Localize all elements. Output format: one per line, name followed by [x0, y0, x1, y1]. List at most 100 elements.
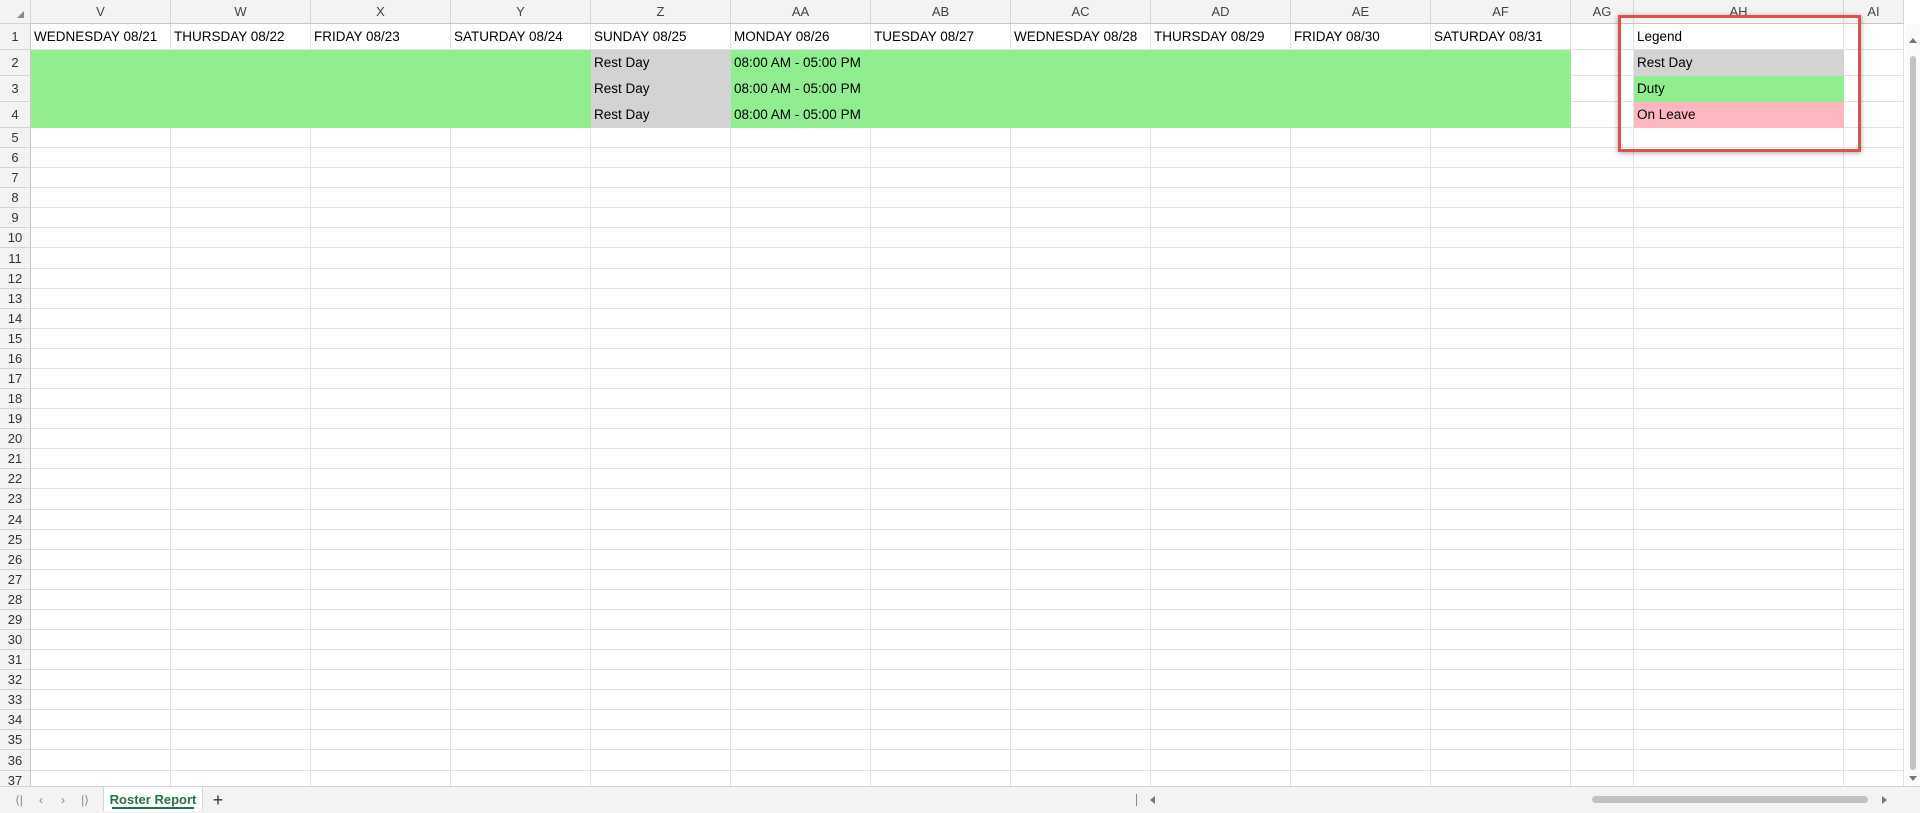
prev-sheet-icon[interactable]: ‹ — [32, 791, 50, 809]
sheet-cell[interactable] — [731, 228, 871, 249]
sheet-cell[interactable] — [1291, 208, 1431, 229]
sheet-cell[interactable] — [1291, 348, 1431, 369]
sheet-cell[interactable] — [171, 750, 311, 771]
sheet-cell[interactable] — [731, 449, 871, 470]
sheet-cell[interactable] — [171, 710, 311, 731]
horizontal-scrollbar[interactable] — [1136, 791, 1898, 809]
sheet-cell[interactable] — [171, 148, 311, 169]
sheet-cell[interactable] — [31, 589, 171, 610]
date-header-cell[interactable]: WEDNESDAY 08/28 — [1011, 24, 1151, 50]
row-header[interactable]: 26 — [0, 549, 31, 570]
sheet-cell[interactable] — [1571, 328, 1634, 349]
sheet-cell[interactable] — [31, 730, 171, 751]
sheet-cell[interactable] — [1151, 128, 1291, 149]
sheet-cell[interactable] — [171, 429, 311, 450]
sheet-cell[interactable] — [731, 549, 871, 570]
sheet-cell[interactable] — [311, 710, 451, 731]
sheet-cell[interactable] — [591, 609, 731, 630]
sheet-cell[interactable] — [31, 429, 171, 450]
sheet-cell[interactable] — [1634, 489, 1844, 510]
sheet-cell[interactable] — [1634, 288, 1844, 309]
sheet-cell[interactable] — [1844, 208, 1904, 229]
sheet-cell[interactable] — [171, 228, 311, 249]
row-header[interactable]: 32 — [0, 670, 31, 691]
sheet-cell[interactable] — [1634, 268, 1844, 289]
sheet-cell[interactable] — [591, 750, 731, 771]
sheet-cell[interactable] — [1431, 529, 1571, 550]
sheet-cell[interactable] — [1844, 348, 1904, 369]
sheet-cell[interactable] — [1291, 549, 1431, 570]
sheet-cell[interactable] — [731, 469, 871, 490]
row-header[interactable]: 19 — [0, 409, 31, 430]
sheet-cell[interactable] — [1291, 389, 1431, 410]
sheet-cell[interactable] — [731, 328, 871, 349]
row-header[interactable]: 14 — [0, 308, 31, 329]
sheet-cell[interactable] — [1571, 730, 1634, 751]
sheet-cell[interactable] — [591, 469, 731, 490]
sheet-cell[interactable] — [591, 449, 731, 470]
sheet-cell[interactable] — [451, 389, 591, 410]
sheet-cell[interactable] — [731, 268, 871, 289]
sheet-cell[interactable] — [1431, 489, 1571, 510]
sheet-cell[interactable] — [311, 328, 451, 349]
sheet-cell[interactable] — [1634, 308, 1844, 329]
vertical-scroll-thumb[interactable] — [1910, 56, 1916, 770]
sheet-cell[interactable] — [1571, 589, 1634, 610]
sheet-cell[interactable] — [1844, 630, 1904, 651]
sheet-cell[interactable] — [311, 228, 451, 249]
sheet-cell[interactable] — [1571, 710, 1634, 731]
sheet-cell[interactable] — [731, 670, 871, 691]
sheet-cell[interactable] — [1291, 128, 1431, 149]
sheet-cell[interactable] — [451, 569, 591, 590]
date-header-cell[interactable]: THURSDAY 08/22 — [171, 24, 311, 50]
sheet-cell[interactable] — [1844, 670, 1904, 691]
duty-cell[interactable] — [311, 102, 451, 128]
sheet-cell[interactable] — [1844, 650, 1904, 671]
sheet-cell[interactable] — [1151, 750, 1291, 771]
sheet-cell[interactable] — [171, 248, 311, 269]
sheet-cell[interactable] — [1011, 670, 1151, 691]
sheet-cell[interactable] — [31, 168, 171, 189]
sheet-cell[interactable] — [1431, 308, 1571, 329]
sheet-cell[interactable] — [731, 389, 871, 410]
sheet-cell[interactable] — [591, 549, 731, 570]
duty-cell[interactable] — [451, 76, 591, 102]
sheet-cell[interactable] — [871, 589, 1011, 610]
row-header[interactable]: 33 — [0, 690, 31, 711]
sheet-cell[interactable] — [1634, 429, 1844, 450]
sheet-cell[interactable] — [451, 670, 591, 691]
sheet-cell[interactable] — [311, 509, 451, 530]
sheet-cell[interactable] — [1571, 529, 1634, 550]
duty-cell[interactable] — [1291, 50, 1431, 76]
sheet-cell[interactable] — [1151, 389, 1291, 410]
duty-cell[interactable] — [871, 76, 1011, 102]
sheet-cell[interactable] — [871, 328, 1011, 349]
sheet-cell[interactable] — [871, 609, 1011, 630]
column-header[interactable]: AE — [1291, 0, 1431, 24]
sheet-cell[interactable] — [311, 208, 451, 229]
sheet-cell[interactable] — [451, 549, 591, 570]
sheet-cell[interactable] — [731, 750, 871, 771]
sheet-cell[interactable] — [1011, 308, 1151, 329]
row-header[interactable]: 31 — [0, 650, 31, 671]
sheet-cell[interactable] — [591, 268, 731, 289]
sheet-cell[interactable] — [451, 469, 591, 490]
date-header-cell[interactable]: TUESDAY 08/27 — [871, 24, 1011, 50]
sheet-cell[interactable] — [1291, 228, 1431, 249]
sheet-cell[interactable] — [311, 750, 451, 771]
sheet-cell[interactable] — [1151, 710, 1291, 731]
sheet-cell[interactable] — [1431, 690, 1571, 711]
sheet-cell[interactable] — [1844, 509, 1904, 530]
sheet-cell[interactable] — [1291, 670, 1431, 691]
sheet-cell[interactable] — [1151, 650, 1291, 671]
sheet-cell[interactable] — [1291, 429, 1431, 450]
duty-cell[interactable]: 08:00 AM - 05:00 PM — [731, 102, 871, 128]
sheet-cell[interactable] — [1151, 429, 1291, 450]
sheet-cell[interactable] — [1634, 409, 1844, 430]
row-header[interactable]: 12 — [0, 268, 31, 289]
sheet-cell[interactable] — [871, 308, 1011, 329]
sheet-cell[interactable] — [591, 228, 731, 249]
duty-cell[interactable] — [871, 50, 1011, 76]
sheet-cell[interactable] — [731, 168, 871, 189]
duty-cell[interactable] — [1291, 76, 1431, 102]
